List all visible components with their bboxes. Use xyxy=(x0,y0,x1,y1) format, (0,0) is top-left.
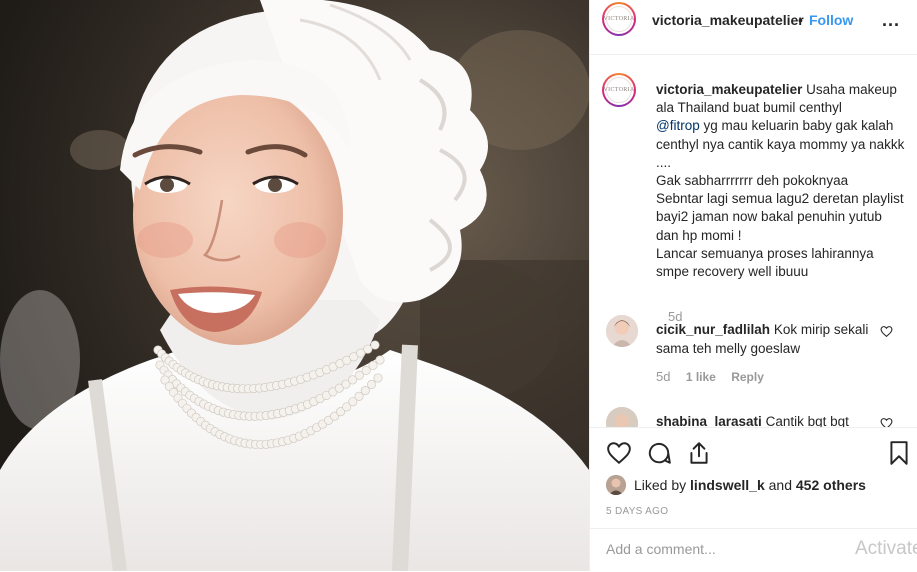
caption-username[interactable]: victoria_makeupatelier xyxy=(656,82,802,97)
comment-like-heart-icon[interactable] xyxy=(880,325,893,338)
post-header: VICTORIA victoria_makeupatelier • Follow… xyxy=(590,0,917,55)
likes-middle: and xyxy=(768,477,792,493)
comment-reply-button[interactable]: Reply xyxy=(731,370,764,384)
comment-time[interactable]: 5d xyxy=(656,369,670,384)
comment-body: cicik_nur_fadlilah Kok mirip sekali sama… xyxy=(656,321,876,358)
caption-mention[interactable]: @fitrop xyxy=(656,118,700,133)
commenter-avatar[interactable] xyxy=(606,315,638,347)
separator-dot: • xyxy=(798,12,803,28)
caption-avatar[interactable]: VICTORIA xyxy=(602,73,636,107)
liker-avatar-image xyxy=(606,475,626,495)
comment-body: shabina_larasati Cantik bgt bgt xyxy=(656,413,876,427)
likes-text: Liked by lindswell_k and 452 others xyxy=(634,477,866,493)
more-options-icon[interactable]: ... xyxy=(882,10,900,31)
commenter-avatar-image xyxy=(606,315,638,347)
post-photo[interactable] xyxy=(0,0,589,571)
comment-icon[interactable] xyxy=(646,440,672,466)
likes-prefix: Liked by xyxy=(634,477,687,493)
bookmark-icon[interactable] xyxy=(886,440,912,466)
pearl xyxy=(367,379,377,389)
commenter-avatar[interactable] xyxy=(606,407,638,427)
comment-text: Cantik bgt bgt xyxy=(765,414,849,427)
post-date[interactable]: 5 DAYS AGO xyxy=(606,506,668,517)
likes-others-link[interactable]: 452 others xyxy=(796,477,866,493)
comment-meta: 5d 1 like Reply xyxy=(656,369,776,384)
pearl xyxy=(373,373,383,383)
share-icon[interactable] xyxy=(686,440,712,466)
liker-avatar[interactable] xyxy=(606,475,626,495)
comments-list[interactable]: VICTORIA victoria_makeupatelier Usaha ma… xyxy=(590,55,917,427)
comment-username[interactable]: cicik_nur_fadlilah xyxy=(656,322,770,337)
pearl xyxy=(360,385,370,396)
caption-text-part-2: yg mau keluarin baby gak kalah centhyl n… xyxy=(656,118,905,280)
likes-user-link[interactable]: lindswell_k xyxy=(690,477,765,493)
heart-icon[interactable] xyxy=(606,440,632,466)
caption-text: victoria_makeupatelier Usaha makeup ala … xyxy=(656,81,906,281)
comment-like-heart-icon[interactable] xyxy=(880,417,893,427)
post-sidebar: VICTORIA victoria_makeupatelier • Follow… xyxy=(589,0,917,571)
follow-button[interactable]: Follow xyxy=(809,12,853,28)
header-username[interactable]: victoria_makeupatelier xyxy=(652,12,804,28)
add-comment-input[interactable] xyxy=(606,541,836,557)
post-actions: Liked by lindswell_k and 452 others 5 DA… xyxy=(590,427,917,571)
portrait-illustration xyxy=(0,0,589,571)
comment-username[interactable]: shabina_larasati xyxy=(656,414,762,427)
brand-logo: VICTORIA xyxy=(604,6,634,32)
pearl xyxy=(375,355,385,365)
profile-avatar[interactable]: VICTORIA xyxy=(602,2,636,36)
pearl xyxy=(370,340,380,350)
activate-windows-watermark: Activate xyxy=(855,538,917,559)
commenter-avatar-image xyxy=(606,407,638,427)
add-comment-bar: Activate xyxy=(590,528,917,572)
pearl xyxy=(368,360,378,370)
brand-logo: VICTORIA xyxy=(604,77,634,103)
comment-likes[interactable]: 1 like xyxy=(686,370,716,384)
